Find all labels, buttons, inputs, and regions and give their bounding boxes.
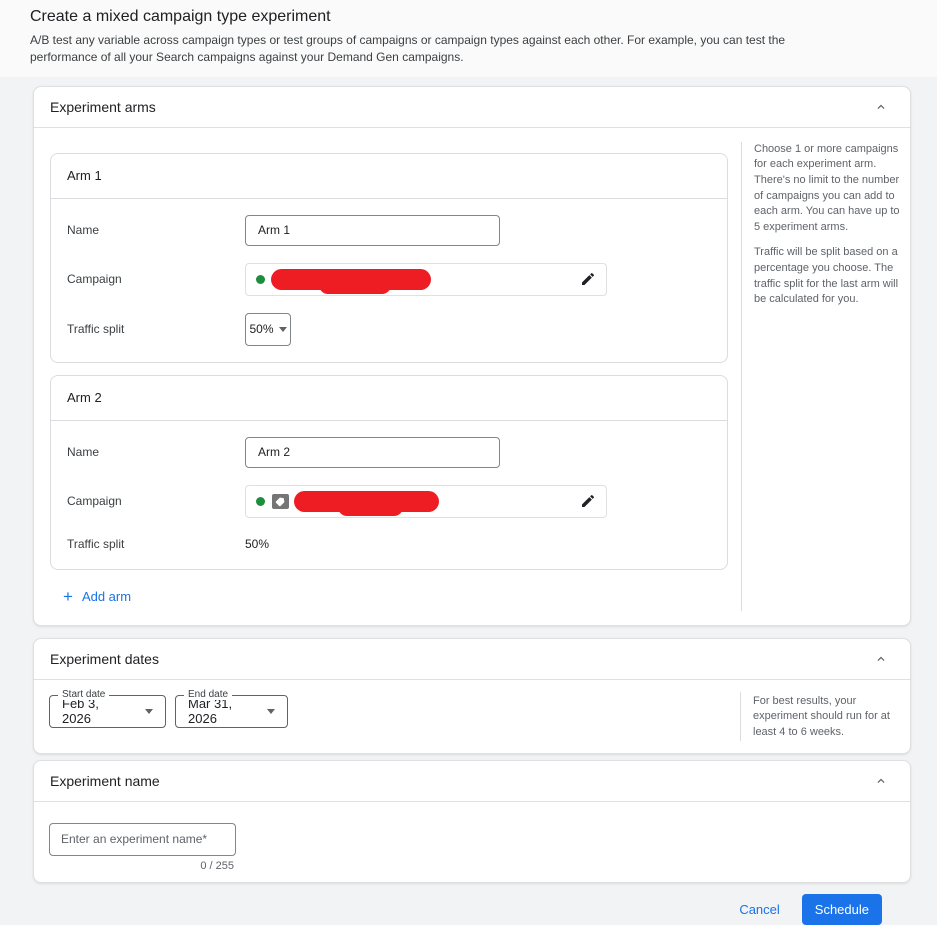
pencil-icon bbox=[580, 271, 596, 287]
page-title: Create a mixed campaign type experiment bbox=[30, 8, 907, 26]
arm-2-name-label: Name bbox=[67, 445, 245, 459]
arm-2-traffic-label: Traffic split bbox=[67, 537, 245, 551]
section-title-dates: Experiment dates bbox=[50, 651, 159, 667]
arm-2-name-input[interactable] bbox=[245, 437, 500, 468]
collapse-arms-button[interactable] bbox=[872, 98, 890, 116]
collapse-dates-button[interactable] bbox=[872, 650, 890, 668]
dates-form-area: Start date Feb 3, 2026 End date Mar 31, … bbox=[34, 680, 740, 753]
arm-1-name-label: Name bbox=[67, 223, 245, 237]
end-date-value: Mar 31, 2026 bbox=[188, 696, 253, 726]
arm-1-campaign-field[interactable] bbox=[245, 263, 607, 296]
dates-help-text: For best results, your experiment should… bbox=[753, 694, 900, 741]
arm-1-traffic-split-dropdown[interactable]: 50% bbox=[245, 313, 291, 346]
experiment-arms-header: Experiment arms bbox=[34, 87, 910, 128]
experiment-name-section: Experiment name 0 / 255 bbox=[33, 760, 911, 883]
arm-1-header: Arm 1 bbox=[51, 154, 727, 199]
arm-1-traffic-label: Traffic split bbox=[67, 322, 245, 336]
redacted-campaign-name bbox=[271, 269, 431, 290]
add-arm-button[interactable]: + Add arm bbox=[63, 588, 131, 605]
experiment-dates-section: Experiment dates Start date Feb 3, 2026 … bbox=[33, 638, 911, 754]
traffic-split-value: 50% bbox=[249, 322, 273, 336]
arm-2-traffic-split-value: 50% bbox=[245, 537, 269, 551]
pencil-icon bbox=[580, 493, 596, 509]
campaign-status-dot bbox=[256, 275, 265, 284]
arm-2-card: Arm 2 Name Campaign bbox=[50, 375, 728, 570]
experiment-arms-section: Experiment arms Arm 1 Name bbox=[33, 86, 911, 626]
experiment-dates-header: Experiment dates bbox=[34, 639, 910, 680]
character-counter: 0 / 255 bbox=[49, 860, 236, 872]
add-arm-label: Add arm bbox=[82, 589, 131, 604]
end-date-label: End date bbox=[184, 689, 232, 700]
arm-1-campaign-label: Campaign bbox=[67, 272, 245, 286]
campaign-type-label-icon bbox=[272, 494, 289, 509]
arm-2-campaign-field[interactable] bbox=[245, 485, 607, 518]
arm-1-name-input[interactable] bbox=[245, 215, 500, 246]
start-date-label: Start date bbox=[58, 689, 109, 700]
arm-2-header: Arm 2 bbox=[51, 376, 727, 421]
arm-2-campaign-label: Campaign bbox=[67, 494, 245, 508]
arm-2-title: Arm 2 bbox=[67, 390, 102, 405]
start-date-value: Feb 3, 2026 bbox=[62, 696, 131, 726]
experiment-name-header: Experiment name bbox=[34, 761, 910, 802]
plus-icon: + bbox=[63, 588, 73, 605]
arm-1-card: Arm 1 Name Campaign bbox=[50, 153, 728, 363]
section-title-name: Experiment name bbox=[50, 773, 160, 789]
dates-help-panel: For best results, your experiment should… bbox=[740, 692, 910, 741]
cancel-button[interactable]: Cancel bbox=[739, 902, 779, 917]
chevron-up-icon bbox=[874, 652, 888, 666]
page-description: A/B test any variable across campaign ty… bbox=[30, 32, 825, 67]
footer-actions: Cancel Schedule bbox=[33, 883, 911, 925]
arms-help-panel: Choose 1 or more campaigns for each expe… bbox=[741, 142, 910, 611]
edit-campaign-button[interactable] bbox=[578, 269, 598, 289]
start-date-select[interactable]: Start date Feb 3, 2026 bbox=[49, 695, 166, 728]
section-title-arms: Experiment arms bbox=[50, 99, 156, 115]
dropdown-caret-icon bbox=[267, 709, 275, 714]
dropdown-caret-icon bbox=[145, 709, 153, 714]
chevron-up-icon bbox=[874, 100, 888, 114]
campaign-status-dot bbox=[256, 497, 265, 506]
main-content: Experiment arms Arm 1 Name bbox=[0, 86, 937, 925]
arms-help-paragraph-1: Choose 1 or more campaigns for each expe… bbox=[754, 142, 900, 236]
arm-1-title: Arm 1 bbox=[67, 168, 102, 183]
collapse-name-button[interactable] bbox=[872, 772, 890, 790]
redacted-campaign-name bbox=[294, 491, 439, 512]
edit-campaign-button[interactable] bbox=[578, 491, 598, 511]
dropdown-caret-icon bbox=[279, 327, 287, 332]
name-form-area: 0 / 255 bbox=[34, 802, 910, 882]
arms-form-area: Arm 1 Name Campaign bbox=[34, 128, 741, 625]
page-header: Create a mixed campaign type experiment … bbox=[0, 0, 937, 77]
chevron-up-icon bbox=[874, 774, 888, 788]
arms-help-paragraph-2: Traffic will be split based on a percent… bbox=[754, 245, 900, 307]
end-date-select[interactable]: End date Mar 31, 2026 bbox=[175, 695, 288, 728]
experiment-name-input[interactable] bbox=[49, 823, 236, 856]
schedule-button[interactable]: Schedule bbox=[802, 894, 882, 925]
